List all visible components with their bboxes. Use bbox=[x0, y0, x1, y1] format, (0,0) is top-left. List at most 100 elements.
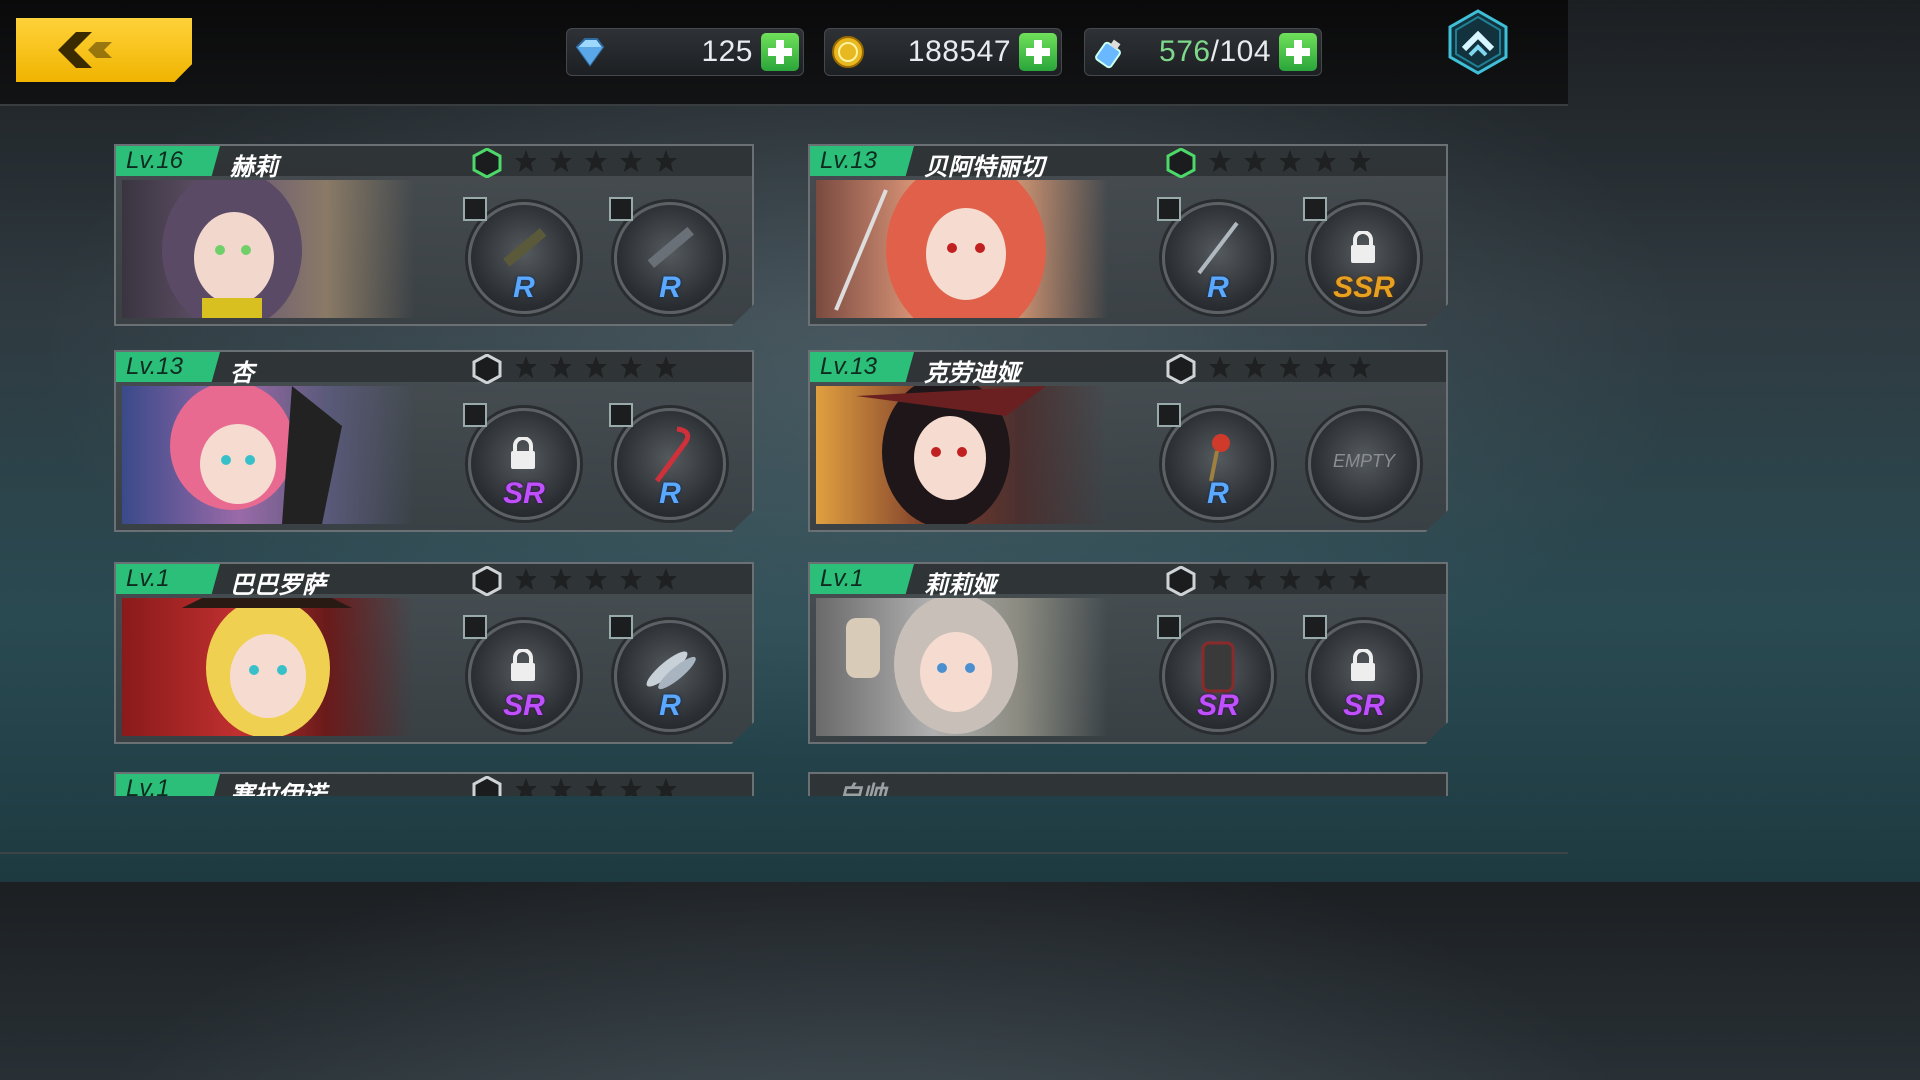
star-rating bbox=[514, 149, 689, 178]
star-icon bbox=[1209, 356, 1231, 378]
awaken-hex-icon bbox=[1166, 566, 1196, 596]
star-icon bbox=[620, 778, 642, 796]
character-name: 塞拉伊诺 bbox=[230, 782, 326, 796]
level-badge: Lv.1 bbox=[810, 564, 914, 594]
edit-icon[interactable] bbox=[1303, 197, 1327, 221]
add-gems-button[interactable] bbox=[761, 33, 799, 71]
weapon-slot[interactable]: SR bbox=[1303, 615, 1420, 732]
awaken-hex-icon bbox=[472, 776, 502, 796]
character-portrait bbox=[122, 598, 414, 736]
star-rating bbox=[514, 567, 689, 596]
awaken-hex-icon bbox=[472, 354, 502, 384]
star-icon bbox=[585, 778, 607, 796]
character-card[interactable]: 白帅 bbox=[808, 772, 1448, 796]
gem-icon bbox=[575, 38, 605, 67]
star-icon bbox=[1244, 150, 1266, 172]
star-icon bbox=[550, 356, 572, 378]
edit-icon[interactable] bbox=[463, 197, 487, 221]
lock-icon bbox=[511, 649, 535, 681]
star-icon bbox=[515, 150, 537, 172]
stamina-max: /104 bbox=[1210, 35, 1271, 68]
character-card[interactable]: Lv.16 赫莉 R R bbox=[114, 144, 754, 326]
weapon-slot[interactable]: R bbox=[463, 197, 580, 314]
star-icon bbox=[515, 778, 537, 796]
star-icon bbox=[1244, 568, 1266, 590]
awaken-hex-icon bbox=[1166, 148, 1196, 178]
empty-label: EMPTY bbox=[1332, 451, 1395, 471]
star-icon bbox=[655, 568, 677, 590]
edit-icon[interactable] bbox=[463, 615, 487, 639]
gold-count: 188547 bbox=[907, 35, 1011, 68]
level-badge: Lv.13 bbox=[810, 146, 914, 176]
edit-icon[interactable] bbox=[609, 403, 633, 427]
star-rating bbox=[1208, 149, 1383, 178]
star-icon bbox=[1209, 150, 1231, 172]
star-icon bbox=[620, 150, 642, 172]
star-icon bbox=[1244, 356, 1266, 378]
character-name: 杏 bbox=[230, 360, 254, 387]
level-badge: Lv.1 bbox=[116, 774, 220, 796]
star-icon bbox=[585, 356, 607, 378]
character-card[interactable]: Lv.1 巴巴罗萨 SR R bbox=[114, 562, 754, 744]
portrait-art bbox=[856, 386, 1046, 524]
character-card[interactable]: Lv.13 杏 SR R bbox=[114, 350, 754, 532]
edit-icon[interactable] bbox=[1157, 615, 1181, 639]
level-text: Lv.1 bbox=[126, 565, 170, 592]
portrait-art bbox=[182, 598, 352, 736]
star-icon bbox=[515, 568, 537, 590]
character-name: 巴巴罗萨 bbox=[230, 572, 326, 599]
character-card[interactable]: Lv.1 塞拉伊诺 bbox=[114, 772, 754, 796]
star-rating bbox=[514, 777, 689, 796]
lock-icon bbox=[511, 437, 535, 469]
character-card[interactable]: Lv.1 莉莉娅 SR SR bbox=[808, 562, 1448, 744]
star-icon bbox=[1209, 568, 1231, 590]
rarity-label: SSR bbox=[1333, 271, 1395, 304]
weapon-slot[interactable]: SR bbox=[1157, 615, 1274, 732]
back-button[interactable] bbox=[16, 18, 192, 82]
edit-icon[interactable] bbox=[463, 403, 487, 427]
character-card[interactable]: Lv.13 克劳迪娅 R EMPTY bbox=[808, 350, 1448, 532]
star-icon bbox=[1279, 568, 1301, 590]
gem-count: 125 bbox=[701, 35, 753, 68]
rarity-label: SR bbox=[503, 689, 545, 722]
weapon-slot[interactable]: SR bbox=[463, 615, 580, 732]
weapon-slot[interactable]: R bbox=[609, 615, 726, 732]
weapon-slot[interactable]: SR bbox=[463, 403, 580, 520]
star-icon bbox=[585, 150, 607, 172]
lock-icon bbox=[1351, 649, 1375, 681]
bottom-divider bbox=[0, 852, 1568, 854]
level-text: Lv.1 bbox=[126, 775, 170, 796]
star-icon bbox=[1349, 568, 1371, 590]
add-stamina-button[interactable] bbox=[1279, 33, 1317, 71]
star-icon bbox=[1349, 150, 1371, 172]
star-icon bbox=[1349, 356, 1371, 378]
gold-coin-icon bbox=[832, 36, 864, 68]
edit-icon[interactable] bbox=[1157, 403, 1181, 427]
weapon-slot[interactable]: R bbox=[609, 403, 726, 520]
gold-counter: 188547 bbox=[824, 28, 1062, 76]
home-chevron-icon[interactable] bbox=[1446, 9, 1510, 75]
portrait-art bbox=[162, 180, 302, 318]
top-bar: 125 188547 576/104 bbox=[0, 0, 1568, 106]
edit-icon[interactable] bbox=[609, 197, 633, 221]
portrait-art bbox=[170, 386, 342, 524]
edit-icon[interactable] bbox=[1303, 615, 1327, 639]
edit-icon[interactable] bbox=[1157, 197, 1181, 221]
rarity-label: R bbox=[659, 271, 681, 304]
star-icon bbox=[1314, 356, 1336, 378]
star-rating bbox=[1208, 355, 1383, 384]
weapon-slot[interactable]: R bbox=[1157, 197, 1274, 314]
weapon-slot[interactable]: R bbox=[1157, 403, 1274, 520]
add-gold-button[interactable] bbox=[1019, 33, 1057, 71]
weapon-slot[interactable]: R bbox=[609, 197, 726, 314]
character-card[interactable]: Lv.13 贝阿特丽切 R SSR bbox=[808, 144, 1448, 326]
character-name: 贝阿特丽切 bbox=[924, 154, 1044, 181]
star-icon bbox=[1279, 356, 1301, 378]
weapon-slot-empty[interactable]: EMPTY bbox=[1308, 408, 1420, 520]
back-arrow-icon bbox=[58, 32, 112, 68]
star-rating bbox=[514, 355, 689, 384]
character-portrait bbox=[122, 386, 414, 524]
weapon-slot[interactable]: SSR bbox=[1303, 197, 1420, 314]
portrait-art bbox=[846, 598, 1018, 734]
edit-icon[interactable] bbox=[609, 615, 633, 639]
